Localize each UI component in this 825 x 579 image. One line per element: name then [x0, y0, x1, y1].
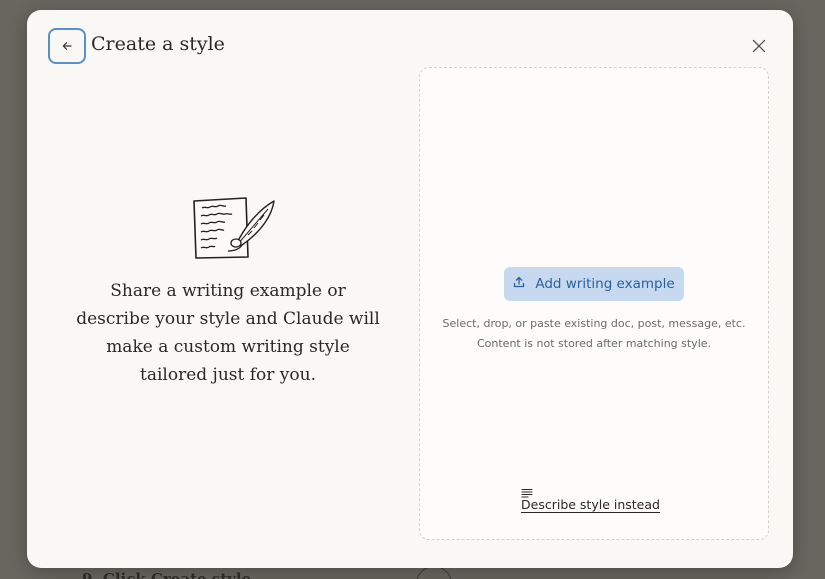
describe-style-instead-link[interactable]: Describe style instead [521, 497, 660, 512]
arrow-left-icon [61, 37, 73, 56]
text-lines-icon [521, 483, 533, 498]
back-button[interactable] [48, 28, 86, 64]
add-writing-example-button[interactable]: Add writing example [504, 267, 684, 301]
modal-title: Create a style [91, 33, 225, 55]
intro-description: Share a writing example or describe your… [76, 281, 380, 385]
upload-icon [513, 276, 525, 292]
dropzone-helper-text: Select, drop, or paste existing doc, pos… [420, 314, 768, 354]
create-style-modal: Create a style Share a writing example o… [27, 10, 793, 568]
writing-quill-illustration [190, 195, 278, 261]
close-icon [752, 38, 766, 57]
helper-line-1: Select, drop, or paste existing doc, pos… [442, 317, 746, 330]
background-step-text: 9. Click Create style [82, 570, 252, 579]
add-writing-example-label: Add writing example [535, 276, 675, 292]
helper-line-2: Content is not stored after matching sty… [476, 337, 712, 350]
close-button[interactable] [749, 37, 769, 57]
writing-example-dropzone[interactable]: Add writing example Select, drop, or pas… [419, 67, 769, 540]
